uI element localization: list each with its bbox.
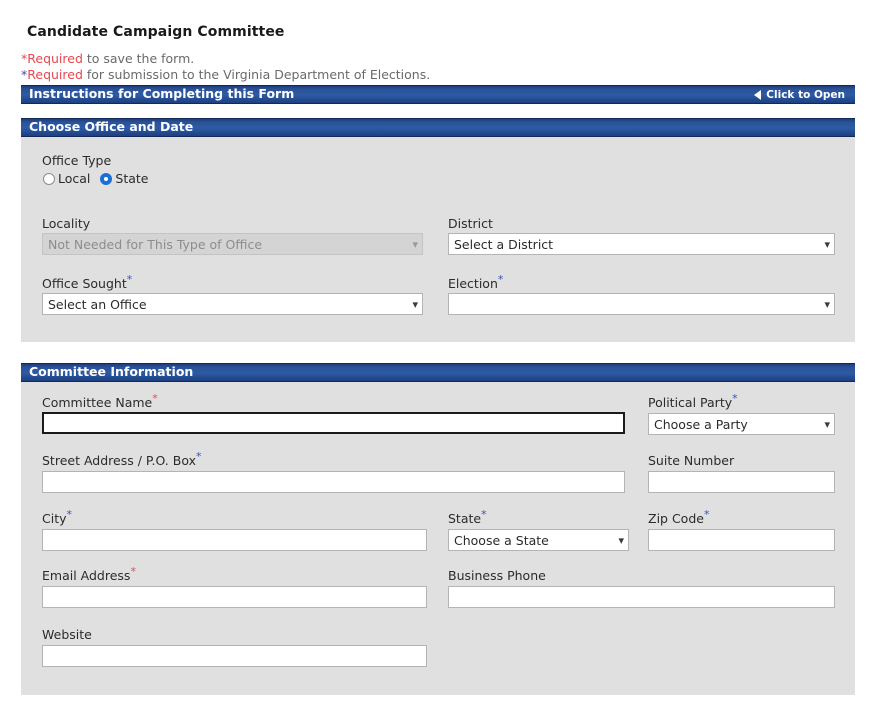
email-address-label: Email Address*: [42, 564, 136, 583]
required-note-save-text: to save the form.: [82, 51, 195, 66]
asterisk-blue-icon: *: [481, 507, 487, 521]
street-address-label: Street Address / P.O. Box*: [42, 449, 202, 468]
district-select[interactable]: Select a District ▾: [448, 233, 835, 255]
city-label: City*: [42, 507, 73, 526]
chevron-down-icon: ▾: [824, 237, 830, 251]
instructions-bar[interactable]: Instructions for Completing this Form Cl…: [21, 85, 855, 104]
state-select[interactable]: Choose a State ▾: [448, 529, 629, 551]
city-label-text: City: [42, 511, 67, 526]
chevron-down-icon: ▾: [824, 297, 830, 311]
office-sought-select[interactable]: Select an Office ▾: [42, 293, 423, 315]
state-label-text: State: [448, 511, 482, 526]
locality-select: Not Needed for This Type of Office ▾: [42, 233, 423, 255]
office-type-radio-local[interactable]: Local: [43, 171, 90, 186]
asterisk-blue-icon: *: [732, 391, 738, 405]
office-sought-label: Office Sought*: [42, 272, 133, 291]
office-sought-label-text: Office Sought: [42, 276, 127, 291]
form-page: Candidate Campaign Committee *Required t…: [0, 0, 876, 706]
committee-name-label: Committee Name*: [42, 391, 158, 410]
required-note-submission-text: for submission to the Virginia Departmen…: [82, 67, 431, 82]
office-sought-select-value: Select an Office: [48, 296, 147, 312]
office-section-panel: Office Type Local State Locality Not Nee…: [21, 137, 855, 342]
page-title: Candidate Campaign Committee: [27, 24, 285, 40]
instructions-toggle[interactable]: Click to Open: [754, 89, 849, 101]
district-label: District: [448, 216, 493, 231]
zip-code-input[interactable]: [648, 529, 835, 551]
district-select-value: Select a District: [454, 236, 554, 252]
website-input[interactable]: [42, 645, 427, 667]
state-label: State*: [448, 507, 487, 526]
asterisk-blue-icon: *: [195, 449, 202, 463]
zip-code-label-text: Zip Code: [648, 511, 704, 526]
office-section-title: Choose Office and Date: [29, 119, 194, 135]
business-phone-label: Business Phone: [448, 568, 546, 583]
business-phone-label-text: Business Phone: [448, 568, 546, 583]
election-label: Election*: [448, 272, 504, 291]
locality-label-text: Locality: [42, 216, 91, 231]
radio-icon-local: [43, 172, 55, 185]
election-select[interactable]: ▾: [448, 293, 835, 315]
office-type-radio-group[interactable]: Local State: [43, 171, 159, 186]
office-type-radio-local-label: Local: [58, 171, 91, 186]
political-party-select[interactable]: Choose a Party ▾: [648, 413, 835, 435]
chevron-down-icon: ▾: [412, 297, 418, 311]
asterisk-red-icon: *: [130, 564, 136, 578]
committee-section-header-bar: Committee Information: [21, 363, 855, 382]
asterisk-blue-icon: *: [497, 272, 504, 286]
committee-name-input[interactable]: [42, 412, 625, 434]
office-type-radio-state[interactable]: State: [100, 171, 149, 186]
suite-number-label: Suite Number: [648, 453, 734, 468]
locality-label: Locality: [42, 216, 90, 231]
street-address-label-text: Street Address / P.O. Box: [42, 453, 196, 468]
suite-number-input[interactable]: [648, 471, 835, 493]
zip-code-label: Zip Code*: [648, 507, 710, 526]
required-note-submission: *Required for submission to the Virginia…: [21, 67, 430, 82]
street-address-input[interactable]: [42, 471, 625, 493]
instructions-toggle-label: Click to Open: [766, 88, 845, 101]
required-word-submission: Required: [27, 67, 83, 82]
office-section-header-bar: Choose Office and Date: [21, 118, 855, 137]
email-address-input[interactable]: [42, 586, 427, 608]
website-label: Website: [42, 627, 92, 642]
city-input[interactable]: [42, 529, 427, 551]
office-type-radio-state-label: State: [115, 171, 149, 186]
election-label-text: Election: [448, 276, 498, 291]
chevron-down-icon: ▾: [412, 237, 418, 251]
asterisk-blue-icon: *: [703, 507, 710, 521]
political-party-label: Political Party*: [648, 391, 738, 410]
required-word-save: Required: [27, 51, 83, 66]
district-label-text: District: [448, 216, 493, 231]
email-address-label-text: Email Address: [42, 568, 131, 583]
political-party-select-value: Choose a Party: [654, 416, 748, 432]
asterisk-blue-icon: *: [126, 272, 133, 286]
asterisk-red-icon: *: [152, 391, 158, 405]
committee-name-label-text: Committee Name: [42, 395, 153, 410]
suite-number-label-text: Suite Number: [648, 453, 735, 468]
website-label-text: Website: [42, 627, 92, 642]
committee-section-title: Committee Information: [29, 364, 194, 380]
instructions-bar-title: Instructions for Completing this Form: [29, 86, 295, 102]
required-note-save: *Required to save the form.: [21, 51, 194, 66]
chevron-down-icon: ▾: [824, 417, 830, 431]
triangle-left-icon: [754, 89, 762, 100]
locality-select-value: Not Needed for This Type of Office: [48, 236, 263, 252]
radio-icon-state: [100, 172, 113, 185]
committee-section-panel: Committee Name* Political Party* Choose …: [21, 382, 855, 695]
state-select-value: Choose a State: [454, 532, 549, 548]
asterisk-blue-icon: *: [66, 507, 73, 521]
office-type-label: Office Type: [42, 153, 112, 168]
political-party-label-text: Political Party: [648, 395, 733, 410]
chevron-down-icon: ▾: [618, 533, 624, 547]
business-phone-input[interactable]: [448, 586, 835, 608]
